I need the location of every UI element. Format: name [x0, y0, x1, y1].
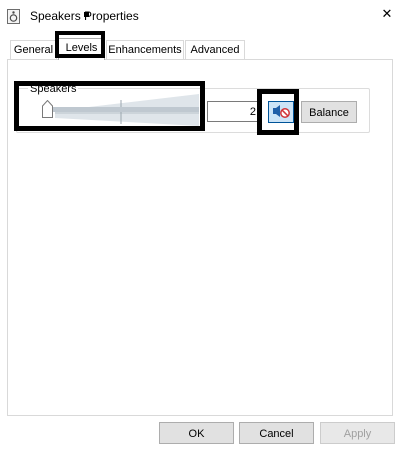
- close-button[interactable]: ✕: [374, 2, 400, 26]
- balance-button[interactable]: Balance: [301, 101, 357, 123]
- highlight-box-mute-button: [257, 89, 299, 135]
- highlight-box-levels-tab: [55, 31, 105, 58]
- close-icon: ✕: [381, 6, 393, 21]
- tab-enhancements[interactable]: Enhancements: [106, 40, 184, 59]
- cancel-button[interactable]: Cancel: [239, 422, 314, 444]
- volume-value-field[interactable]: [207, 101, 259, 122]
- apply-button[interactable]: Apply: [320, 422, 395, 444]
- ok-button[interactable]: OK: [159, 422, 234, 444]
- tab-advanced[interactable]: Advanced: [185, 40, 245, 59]
- title-bar: Speakers Properties ✕: [0, 0, 400, 32]
- speaker-properties-icon: [7, 9, 20, 24]
- text-cursor-marker: [84, 12, 89, 17]
- tab-general[interactable]: General: [10, 40, 57, 59]
- highlight-box-volume-slider: [14, 81, 205, 131]
